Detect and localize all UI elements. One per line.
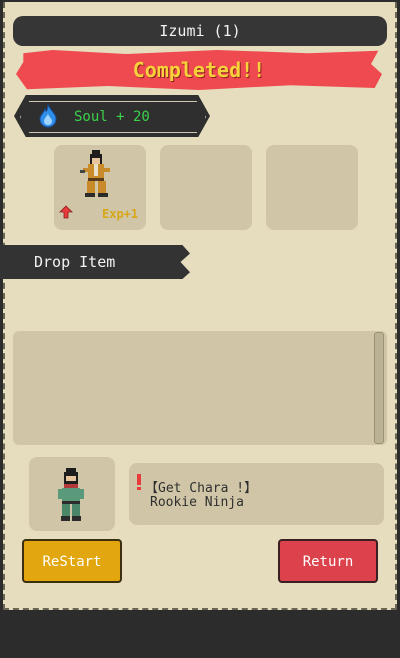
completed-text: Completed!!: [132, 58, 266, 82]
party-slot-2[interactable]: [160, 145, 252, 230]
restart-button[interactable]: ReStart: [22, 539, 122, 583]
get-chara-label: 【Get Chara !】: [145, 481, 258, 496]
red-exclamation-icon: [137, 474, 141, 490]
stage-title: Izumi (1): [13, 16, 387, 46]
drop-item-list[interactable]: [13, 331, 387, 445]
exp-gain-label: Exp+1: [102, 207, 139, 221]
ninja-character-sprite: [80, 150, 110, 197]
party-slot-3[interactable]: [266, 145, 358, 230]
return-button[interactable]: Return: [278, 539, 378, 583]
blue-flame-icon: [39, 104, 57, 128]
drop-item-label: Drop Item: [34, 253, 116, 271]
new-chara-name: Rookie Ninja: [150, 495, 244, 510]
soul-reward-text: Soul + 20: [74, 109, 150, 125]
drop-list-scrollbar[interactable]: [374, 332, 384, 444]
green-ninja-sprite: [58, 468, 84, 521]
up-arrow-icon: [59, 205, 73, 219]
